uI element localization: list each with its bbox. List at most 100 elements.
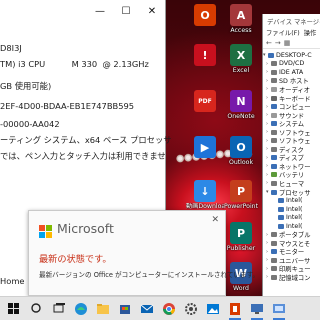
device-tree-node[interactable]: › ディスク xyxy=(263,145,320,153)
device-category-icon xyxy=(271,95,277,101)
taskbar-button-settings[interactable] xyxy=(180,298,202,320)
device-tree-node[interactable]: › ディスプ xyxy=(263,154,320,162)
device-category-icon xyxy=(271,78,277,84)
desktop-icon-outlook[interactable]: O Outlook xyxy=(222,136,260,166)
device-tree-node[interactable]: › システム xyxy=(263,119,320,128)
device-tree-label: SD ホスト xyxy=(279,78,309,86)
device-tree-node[interactable]: › 印刷キュー xyxy=(263,265,320,273)
device-tree-label: ポータブル xyxy=(279,232,311,240)
view-icon[interactable]: ▦ xyxy=(284,39,291,47)
desktop-icon-label: OneNote xyxy=(227,113,255,120)
taskbar-button-photos[interactable] xyxy=(202,298,224,320)
taskbar-button-mail[interactable] xyxy=(136,298,158,320)
device-tree-node[interactable]: › サウンド xyxy=(263,111,320,119)
device-manager-window: デバイス マネージャー ファイル(F) 操作 ← → ▦ ▾DESKTOP-C›… xyxy=(262,14,320,296)
taskbar-button-office-taskbar[interactable] xyxy=(224,298,246,320)
device-tree-label: Intel( xyxy=(286,197,303,205)
desktop-icon-office-icon[interactable]: O xyxy=(186,4,224,27)
device-category-icon xyxy=(268,52,274,58)
maximize-button[interactable]: ☐ xyxy=(113,0,139,22)
desktop-icon-powerpoint[interactable]: P PowerPoint xyxy=(222,180,260,210)
photos-icon xyxy=(207,303,219,314)
device-tree-label: バッテリ xyxy=(279,172,305,180)
device-tree-label: 記憶域コン xyxy=(279,275,311,282)
desktop-icon-access[interactable]: A Access xyxy=(222,4,260,34)
minimize-button[interactable]: — xyxy=(87,0,113,22)
device-tree-node[interactable]: › ネットワー xyxy=(263,162,320,171)
office-taskbar-icon xyxy=(230,302,240,315)
desktop-icon-onenote[interactable]: N OneNote xyxy=(222,90,260,120)
menu-file[interactable]: ファイル(F) xyxy=(266,28,300,37)
device-tree-node[interactable]: › ヒューマ xyxy=(263,179,320,187)
device-tree-label: キーボード xyxy=(279,95,311,103)
downloader-icon: ↓ xyxy=(194,180,216,202)
device-tree-node[interactable]: Intel( xyxy=(263,213,320,222)
ram-value: GB 使用可能) xyxy=(0,81,52,91)
desktop-icon-label: Word xyxy=(233,285,249,292)
taskbar-button-task-view[interactable] xyxy=(48,298,70,320)
device-category-icon xyxy=(278,215,284,221)
edge-icon xyxy=(75,302,87,315)
device-tree-node[interactable]: Intel( xyxy=(263,196,320,205)
taskbar-button-store[interactable] xyxy=(114,298,136,320)
office-notification: Microsoft ✕ 最新の状態です。 最新バージョンの Office がコン… xyxy=(28,210,259,296)
device-manager-title-bar: デバイス マネージャー xyxy=(263,14,320,28)
device-tree-node[interactable]: Intel( xyxy=(263,222,320,231)
desktop-icon-pdf-icon[interactable]: PDF xyxy=(186,90,224,113)
search-icon xyxy=(31,302,41,313)
device-tree-node[interactable]: › ソフトウェ xyxy=(263,136,320,145)
device-tree-label: ネットワー xyxy=(279,163,311,171)
notification-headline: 最新の状態です。 xyxy=(39,254,112,265)
desktop-icon-warning-icon[interactable]: ! xyxy=(186,44,224,67)
desktop-icon-excel[interactable]: X Excel xyxy=(222,44,260,74)
taskbar-button-device-manager[interactable] xyxy=(246,298,268,320)
desktop-icon-label: Outlook xyxy=(228,159,254,166)
desktop-icon-movie-icon[interactable]: ▶ xyxy=(186,136,224,159)
desktop-icon-label: 動画Downloader xyxy=(186,203,224,210)
device-tree-node[interactable]: › ポータブル xyxy=(263,230,320,239)
device-tree-node[interactable]: › ユニバーサ xyxy=(263,256,320,264)
movie-icon: ▶ xyxy=(194,136,216,158)
taskbar-button-system-info[interactable] xyxy=(268,298,290,320)
pen-touch-value: では、ペン入力とタッチ入力は利用できませ xyxy=(0,151,166,161)
device-tree-node[interactable]: › モニター xyxy=(263,248,320,256)
device-manager-icon xyxy=(251,303,263,314)
desktop-icon-label: PowerPoint xyxy=(223,203,259,210)
desktop-icon-publisher[interactable]: P Publisher xyxy=(222,222,260,252)
desktop-icon-label: Access xyxy=(230,27,252,34)
device-tree-node[interactable]: › DVD/CD xyxy=(263,60,320,69)
device-tree-node[interactable]: › オーディオ xyxy=(263,85,320,94)
device-tree-node[interactable]: › ソフトウェ xyxy=(263,128,320,136)
device-category-icon xyxy=(271,69,277,75)
product-id-value: -00000-AA042 xyxy=(0,119,60,129)
device-tree-label: IDE ATA xyxy=(279,68,304,76)
device-tree-node[interactable]: › コンピュー xyxy=(263,102,320,111)
device-tree-node[interactable]: › マウスとそ xyxy=(263,239,320,247)
back-icon[interactable]: ← xyxy=(266,39,272,47)
forward-icon[interactable]: → xyxy=(275,39,281,47)
taskbar-button-chrome[interactable] xyxy=(158,298,180,320)
device-tree-node[interactable]: › 記憶域コン xyxy=(263,273,320,282)
device-tree-node[interactable]: ▾ プロセッサ xyxy=(263,188,320,196)
device-tree-node[interactable]: Intel( xyxy=(263,205,320,214)
desktop-icon-label: Excel xyxy=(232,67,250,74)
device-tree-node[interactable]: ▾ DESKTOP-C xyxy=(263,51,320,60)
taskbar-button-edge[interactable] xyxy=(70,298,92,320)
device-category-icon xyxy=(278,198,284,204)
taskbar-button-file-explorer[interactable] xyxy=(92,298,114,320)
close-icon[interactable]: ✕ xyxy=(211,215,219,225)
device-category-icon xyxy=(271,138,277,144)
system-info-icon xyxy=(273,303,285,313)
device-tree-node[interactable]: › IDE ATA xyxy=(263,68,320,77)
system-type-value: ーティング システム、x64 ベース プロセッサ xyxy=(0,135,172,145)
device-tree-node[interactable]: › SD ホスト xyxy=(263,77,320,86)
device-tree-node[interactable]: › バッテリ xyxy=(263,171,320,180)
start-button[interactable] xyxy=(0,298,26,320)
device-tree-label: オーディオ xyxy=(279,86,311,94)
device-tree-node[interactable]: › キーボード xyxy=(263,94,320,103)
close-button[interactable]: ✕ xyxy=(139,0,165,22)
pdf-icon: PDF xyxy=(194,90,216,112)
desktop-icon-downloader[interactable]: ↓動画Downloader xyxy=(186,180,224,210)
taskbar-button-search[interactable] xyxy=(26,298,48,320)
menu-action[interactable]: 操作 xyxy=(304,28,317,37)
